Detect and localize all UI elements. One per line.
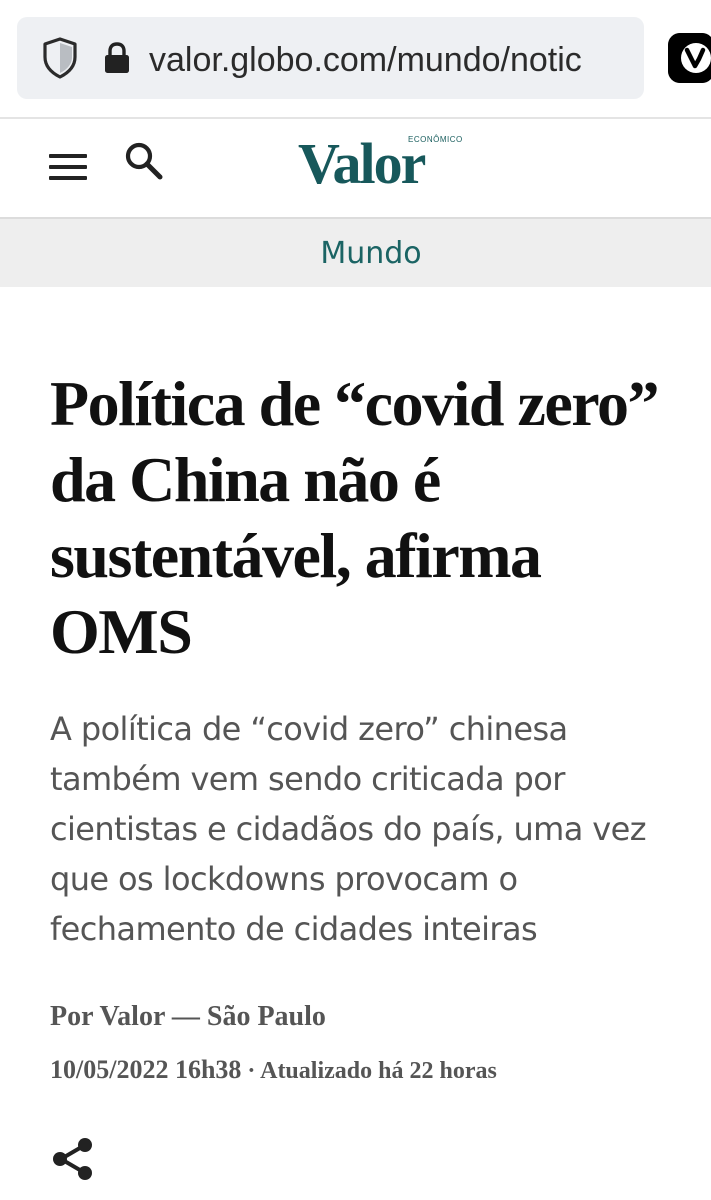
- updated-time: Atualizado há 22 horas: [260, 1058, 497, 1084]
- article-byline: Por Valor — São Paulo: [50, 1001, 326, 1032]
- date-separator: ·: [241, 1058, 261, 1084]
- section-link-mundo[interactable]: Mundo: [0, 219, 711, 287]
- section-bar: Mundo: [0, 219, 711, 287]
- site-header: Valor ECONÔMICO: [0, 119, 711, 219]
- browser-toolbar: valor.globo.com/mundo/notic: [0, 0, 711, 119]
- logo-superscript: ECONÔMICO: [408, 135, 463, 144]
- article-dateline: 10/05/2022 16h38 · Atualizado há 22 hora…: [50, 1051, 690, 1090]
- publish-date: 10/05/2022 16h38: [50, 1055, 242, 1084]
- url-text[interactable]: valor.globo.com/mundo/notic: [149, 38, 631, 82]
- share-icon[interactable]: [50, 1136, 96, 1182]
- site-logo[interactable]: Valor ECONÔMICO: [298, 131, 462, 197]
- article-subtitle: A política de “covid zero” chinesa també…: [50, 710, 647, 948]
- menu-icon[interactable]: [49, 154, 87, 182]
- vivaldi-icon[interactable]: [668, 33, 711, 83]
- logo-wordmark: Valor: [298, 131, 426, 196]
- lock-icon[interactable]: [104, 42, 130, 74]
- search-icon[interactable]: [124, 141, 164, 181]
- shield-icon[interactable]: [42, 37, 78, 79]
- article-headline: Política de “covid zero” da China não é …: [50, 368, 660, 667]
